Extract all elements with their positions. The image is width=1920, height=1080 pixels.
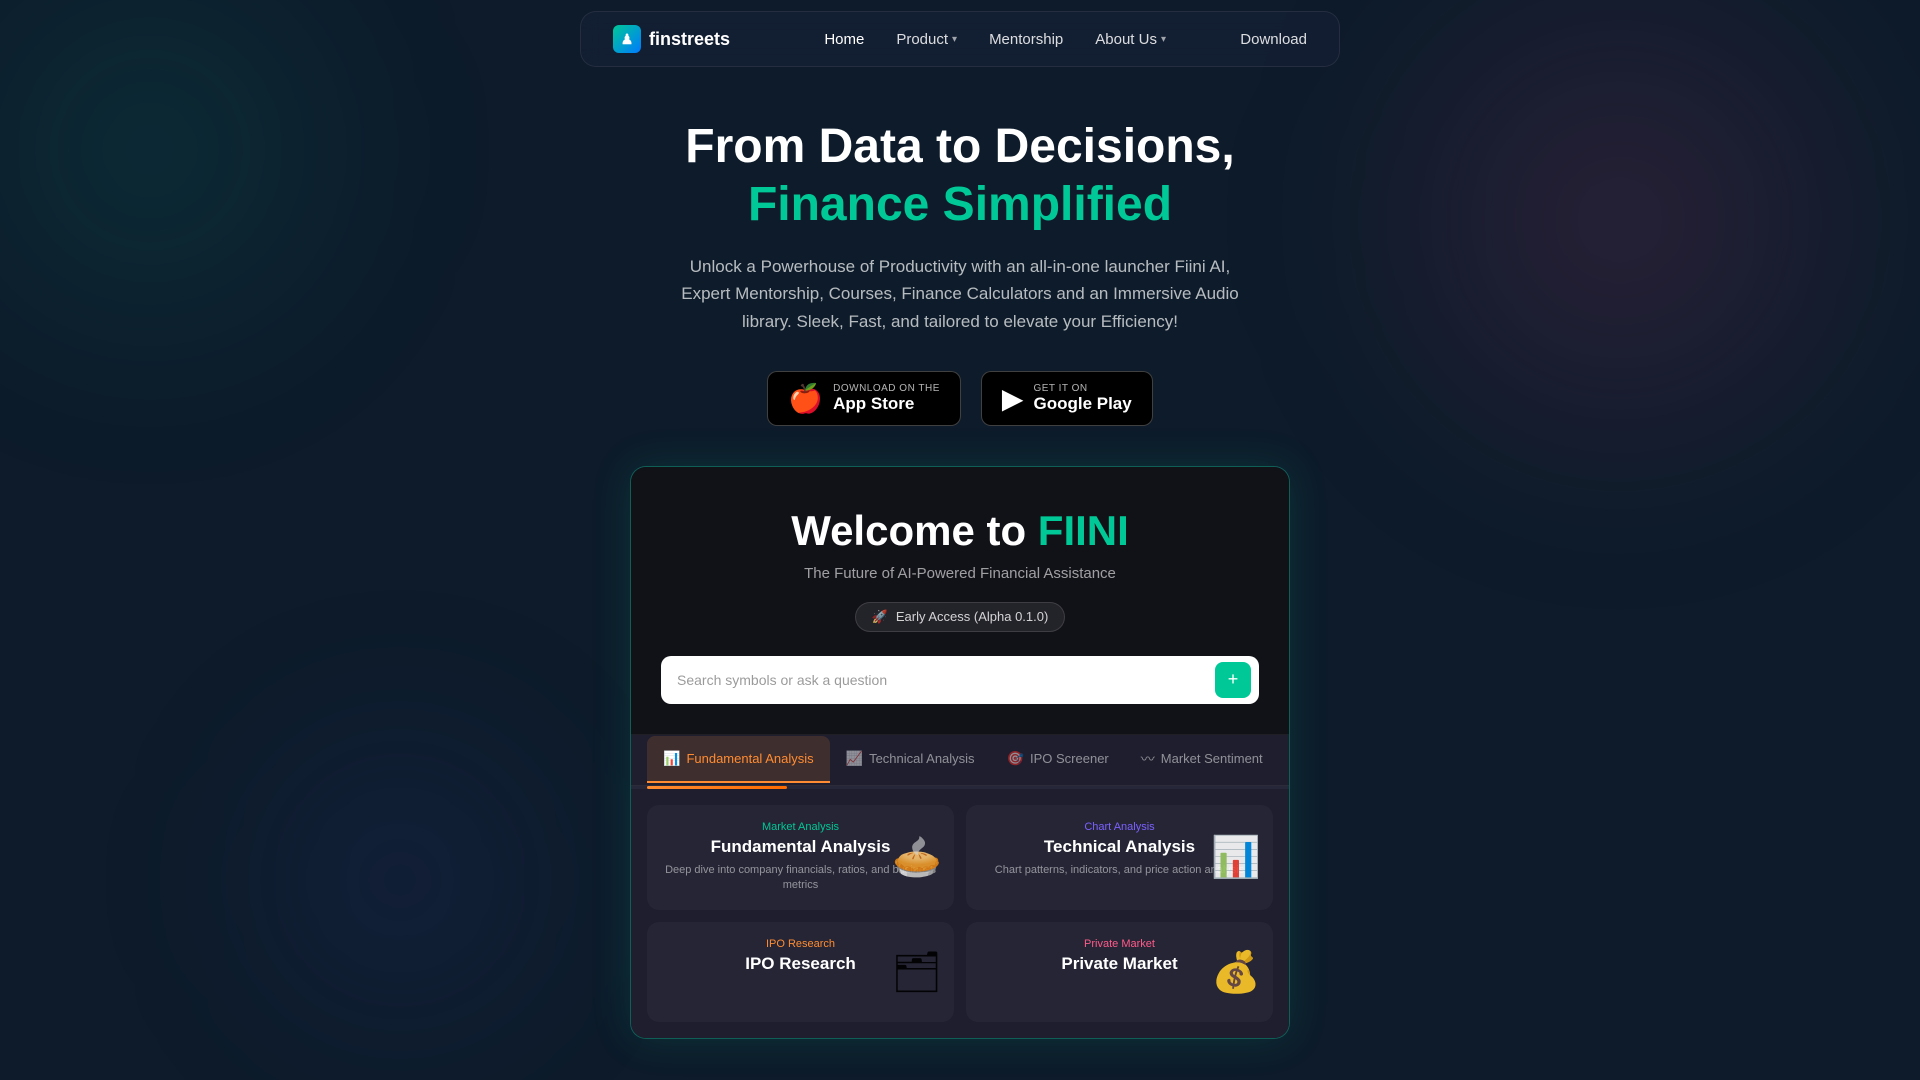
fundamental-tab-icon: 📊 (663, 750, 680, 767)
googleplay-main: Google Play (1033, 394, 1131, 414)
tab-technical-analysis[interactable]: 📈 Technical Analysis (830, 736, 991, 783)
tab-more[interactable]: ≡ M (1279, 737, 1289, 783)
ipo-tab-label: IPO Screener (1030, 751, 1109, 766)
card-illustration-fundamental: 🥧 (892, 834, 942, 881)
hero-section: From Data to Decisions, Finance Simplifi… (0, 78, 1920, 1039)
card-ipo-research[interactable]: IPO Research IPO Research 🗂 (647, 922, 954, 1022)
nav-inner: ♟ finstreets Home Product ▾ Mentorship A… (580, 11, 1340, 67)
sentiment-tab-label: Market Sentiment (1161, 751, 1263, 766)
navbar: ♟ finstreets Home Product ▾ Mentorship A… (0, 0, 1920, 78)
card-illustration-ipo: 🗂 (891, 948, 942, 995)
nav-home[interactable]: Home (824, 31, 864, 48)
card-technical-analysis[interactable]: Chart Analysis Technical Analysis Chart … (966, 805, 1273, 910)
about-chevron-icon: ▾ (1161, 34, 1166, 45)
appstore-main: App Store (833, 394, 914, 414)
app-cards-grid: Market Analysis Fundamental Analysis Dee… (631, 789, 1289, 1038)
technical-tab-icon: 📈 (846, 750, 863, 767)
sentiment-tab-icon: 〰 (1141, 749, 1155, 769)
appstore-button[interactable]: 🍎 Download on the App Store (767, 371, 961, 426)
card-illustration-technical: 📊 (1211, 834, 1261, 881)
apple-icon: 🍎 (788, 382, 823, 415)
google-play-icon: ▶ (1002, 382, 1024, 415)
nav-download[interactable]: Download (1240, 31, 1307, 48)
logo-text: finstreets (649, 29, 730, 50)
tab-fundamental-analysis[interactable]: 📊 Fundamental Analysis (647, 736, 830, 783)
app-preview-card: Welcome to FIINI The Future of AI-Powere… (630, 466, 1290, 1039)
search-button[interactable]: + (1215, 662, 1251, 698)
googleplay-sub: GET IT ON (1033, 383, 1087, 394)
card-category-market: Market Analysis (663, 821, 938, 833)
card-category-chart: Chart Analysis (982, 821, 1257, 833)
appstore-sub: Download on the (833, 383, 940, 394)
tab-progress-fill (647, 786, 787, 789)
hero-title: From Data to Decisions, Finance Simplifi… (685, 118, 1234, 233)
ipo-tab-icon: 🎯 (1007, 750, 1024, 767)
badge-icon: 🚀 (872, 609, 888, 625)
hero-subtitle: Unlock a Powerhouse of Productivity with… (680, 253, 1240, 335)
nav-links: Home Product ▾ Mentorship About Us ▾ (790, 31, 1200, 48)
card-private-market[interactable]: Private Market Private Market 💰 (966, 922, 1273, 1022)
nav-product[interactable]: Product ▾ (896, 31, 957, 48)
logo[interactable]: ♟ finstreets (613, 25, 730, 53)
googleplay-button[interactable]: ▶ GET IT ON Google Play (981, 371, 1153, 426)
search-placeholder: Search symbols or ask a question (677, 672, 1205, 688)
logo-icon: ♟ (613, 25, 641, 53)
early-access-badge: 🚀 Early Access (Alpha 0.1.0) (855, 602, 1066, 632)
card-fundamental-analysis[interactable]: Market Analysis Fundamental Analysis Dee… (647, 805, 954, 910)
app-welcome-heading: Welcome to FIINI (661, 507, 1259, 555)
fiini-accent: FIINI (1038, 507, 1129, 554)
search-bar[interactable]: Search symbols or ask a question + (661, 656, 1259, 704)
app-tagline: The Future of AI-Powered Financial Assis… (661, 565, 1259, 582)
card-illustration-private: 💰 (1211, 948, 1261, 995)
product-chevron-icon: ▾ (952, 34, 957, 45)
badge-text: Early Access (Alpha 0.1.0) (896, 609, 1048, 624)
fundamental-tab-label: Fundamental Analysis (686, 751, 813, 766)
store-buttons: 🍎 Download on the App Store ▶ GET IT ON … (767, 371, 1152, 426)
tab-progress-bar (631, 786, 1289, 789)
hero-title-accent: Finance Simplified (748, 178, 1172, 231)
nav-mentorship[interactable]: Mentorship (989, 31, 1063, 48)
tab-ipo-screener[interactable]: 🎯 IPO Screener (991, 736, 1125, 783)
technical-tab-label: Technical Analysis (869, 751, 975, 766)
tab-market-sentiment[interactable]: 〰 Market Sentiment (1125, 735, 1279, 785)
nav-about[interactable]: About Us ▾ (1095, 31, 1166, 48)
app-tabs: 📊 Fundamental Analysis 📈 Technical Analy… (631, 735, 1289, 786)
app-top-section: Welcome to FIINI The Future of AI-Powere… (631, 467, 1289, 735)
